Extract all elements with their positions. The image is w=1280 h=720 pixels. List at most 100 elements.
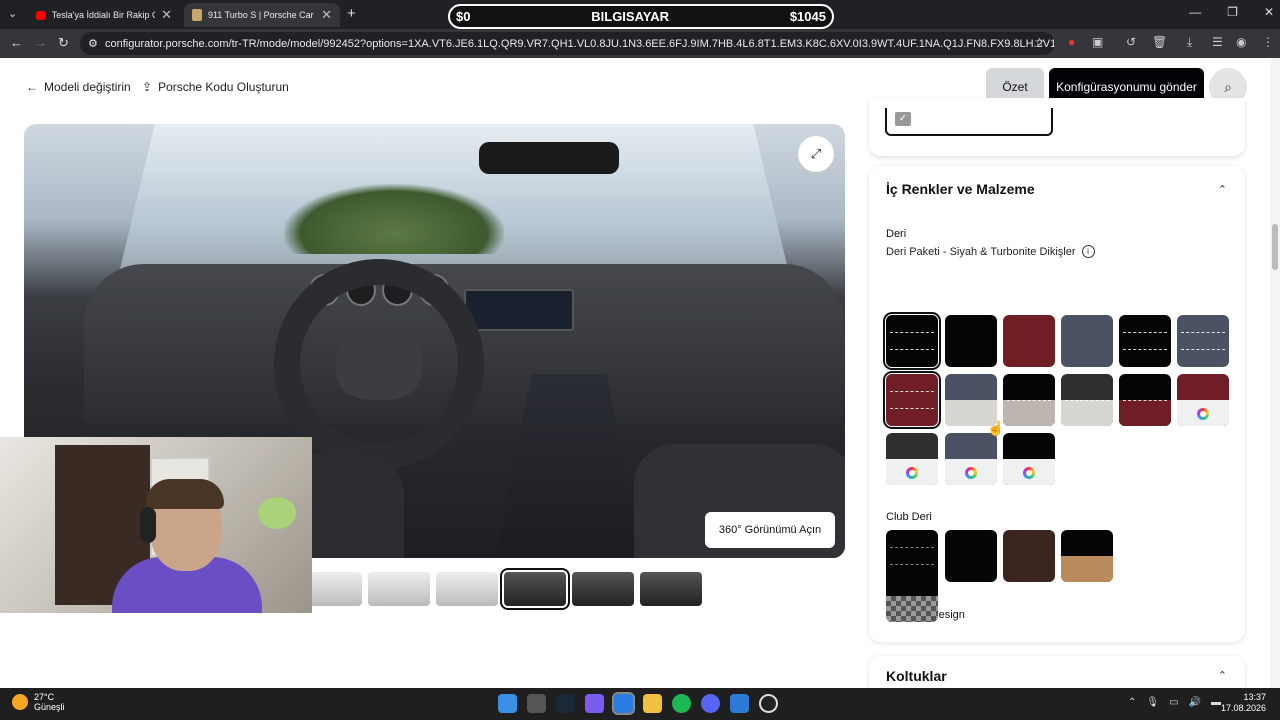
color-swatch[interactable]	[945, 530, 997, 582]
restore-icon[interactable]: ❐	[1227, 5, 1238, 19]
chrome-icon[interactable]	[612, 692, 635, 715]
taskbar-apps	[498, 692, 778, 715]
configurator-page: ← Modeli değiştirin ⇪ Porsche Kodu Oluşt…	[0, 58, 1280, 696]
discord-icon[interactable]	[701, 694, 720, 713]
color-swatch[interactable]	[1003, 530, 1055, 582]
system-tray: ⌃ 🎙 ▭ 🔊 ▬	[1128, 697, 1221, 708]
chevron-up-icon[interactable]: ⌃	[1218, 669, 1227, 682]
browser-menu-icon[interactable]: ⋮	[1262, 35, 1274, 49]
color-swatch[interactable]	[883, 371, 941, 429]
color-swatch[interactable]	[883, 312, 941, 370]
chevron-up-icon[interactable]: ⌃	[1218, 183, 1227, 196]
create-code-label: Porsche Kodu Oluşturun	[158, 80, 289, 94]
tab-title: Tesla'ya İddialı Bir Rakip Olur M	[51, 10, 155, 20]
browser-address-bar: ← → ↻ ⚙ configurator.porsche.com/tr-TR/m…	[0, 29, 1280, 58]
section-label-deri: Deri	[886, 228, 907, 240]
color-swatch[interactable]	[1177, 315, 1229, 367]
color-swatch[interactable]	[1119, 315, 1171, 367]
site-info-icon[interactable]: ⚙	[88, 37, 98, 50]
porsche-favicon-icon	[192, 9, 202, 21]
selected-option-box[interactable]: ✓	[885, 108, 1053, 136]
color-swatch[interactable]	[945, 374, 997, 426]
color-wheel-icon	[965, 467, 977, 479]
color-swatch[interactable]	[1061, 315, 1113, 367]
minimize-icon[interactable]: —	[1189, 5, 1201, 19]
mail-icon[interactable]	[730, 694, 749, 713]
color-swatch[interactable]	[945, 315, 997, 367]
page-scrollbar[interactable]	[1270, 58, 1280, 688]
custom-color-swatch[interactable]	[1003, 433, 1055, 485]
weather-widget[interactable]: 27°C Güneşli	[12, 692, 65, 712]
clock-date: 17.08.2026	[1220, 703, 1266, 713]
profile-avatar-icon[interactable]: ◉	[1236, 35, 1246, 49]
color-swatch[interactable]	[1061, 530, 1113, 582]
tab-search-icon[interactable]: ⌄	[8, 7, 17, 20]
tray-chevron-icon[interactable]: ⌃	[1128, 697, 1136, 708]
reload-icon[interactable]: ↻	[58, 35, 69, 51]
close-window-icon[interactable]: ✕	[1264, 5, 1274, 19]
create-porsche-code-link[interactable]: ⇪ Porsche Kodu Oluşturun	[142, 80, 289, 94]
color-swatch[interactable]	[1003, 315, 1055, 367]
heritage-pattern-swatch[interactable]	[886, 570, 938, 622]
browser-tab-active[interactable]: 911 Turbo S | Porsche Car Confi ✕	[184, 3, 340, 27]
network-icon[interactable]: ▭	[1169, 697, 1178, 708]
view-thumbnail[interactable]	[368, 572, 430, 606]
file-explorer-icon[interactable]	[643, 694, 662, 713]
custom-color-swatch[interactable]	[945, 433, 997, 485]
sun-icon	[12, 694, 28, 710]
new-tab-icon[interactable]: +	[347, 5, 356, 22]
extension-icon[interactable]: ●	[1068, 35, 1075, 49]
checkbox-checked-icon: ✓	[895, 112, 911, 126]
view-thumbnail[interactable]	[640, 572, 702, 606]
steam-icon[interactable]	[556, 694, 575, 713]
history-icon[interactable]: ↺	[1126, 35, 1136, 49]
copilot-icon[interactable]	[585, 694, 604, 713]
infotainment-screen	[464, 289, 574, 331]
battery-icon[interactable]: ▬	[1211, 697, 1221, 708]
view-thumbnail-selected[interactable]	[500, 568, 570, 610]
fullscreen-expand-button[interactable]: ⤢	[798, 136, 834, 172]
expand-icon: ⤢	[810, 146, 822, 161]
browser-tab-bar: ⌄ Tesla'ya İddialı Bir Rakip Olur M ✕ 91…	[0, 0, 1280, 29]
youtube-favicon-icon	[36, 10, 46, 20]
view-thumbnail[interactable]	[572, 572, 634, 606]
forward-arrow-icon[interactable]: →	[34, 35, 47, 50]
view-thumbnail[interactable]	[436, 572, 498, 606]
custom-color-swatch[interactable]	[886, 433, 938, 485]
info-icon[interactable]: i	[1081, 245, 1095, 258]
color-swatch[interactable]	[1119, 374, 1171, 426]
task-view-icon[interactable]	[527, 694, 546, 713]
panel-title: İç Renkler ve Malzeme	[886, 181, 1035, 197]
spotify-icon[interactable]	[672, 694, 691, 713]
download-icon[interactable]: ⤓	[1187, 35, 1192, 50]
rearview-mirror	[479, 142, 619, 174]
tab-title: 911 Turbo S | Porsche Car Confi	[207, 10, 315, 20]
color-swatch[interactable]	[1061, 374, 1113, 426]
weather-temp: 27°C	[34, 692, 55, 702]
delete-icon[interactable]: 🗑	[1152, 35, 1167, 49]
browser-tab[interactable]: Tesla'ya İddialı Bir Rakip Olur M ✕	[28, 3, 180, 27]
extensions-puzzle-icon[interactable]: ▣	[1092, 35, 1103, 49]
start-icon[interactable]	[498, 694, 517, 713]
change-model-link[interactable]: ← Modeli değiştirin	[26, 80, 131, 94]
streamer-webcam-overlay	[0, 437, 312, 613]
stream-overlay-banner: $0 BILGISAYAR $1045	[448, 4, 834, 29]
system-clock[interactable]: 13:37 17.08.2026	[1221, 692, 1266, 714]
url-field[interactable]: ⚙ configurator.porsche.com/tr-TR/mode/mo…	[80, 32, 1055, 55]
arrow-left-icon: ←	[26, 80, 38, 94]
reading-list-icon[interactable]: ☰	[1212, 35, 1223, 49]
scrollbar-thumb[interactable]	[1272, 224, 1278, 270]
custom-color-swatch[interactable]	[1177, 374, 1229, 426]
streamer-hair	[146, 479, 224, 509]
bookmark-star-icon[interactable]: ☆	[1034, 35, 1045, 49]
microphone-icon[interactable]: 🎙	[1146, 697, 1159, 708]
color-swatch[interactable]	[1003, 374, 1055, 426]
close-tab-icon[interactable]: ✕	[161, 7, 172, 23]
headphone	[140, 507, 156, 543]
volume-icon[interactable]: 🔊	[1189, 697, 1201, 708]
close-tab-icon[interactable]: ✕	[321, 7, 332, 23]
url-text: configurator.porsche.com/tr-TR/mode/mode…	[105, 37, 1055, 50]
open-360-view-button[interactable]: 360° Görünümü Açın	[705, 512, 835, 548]
back-arrow-icon[interactable]: ←	[10, 35, 23, 50]
obs-icon[interactable]	[759, 694, 778, 713]
